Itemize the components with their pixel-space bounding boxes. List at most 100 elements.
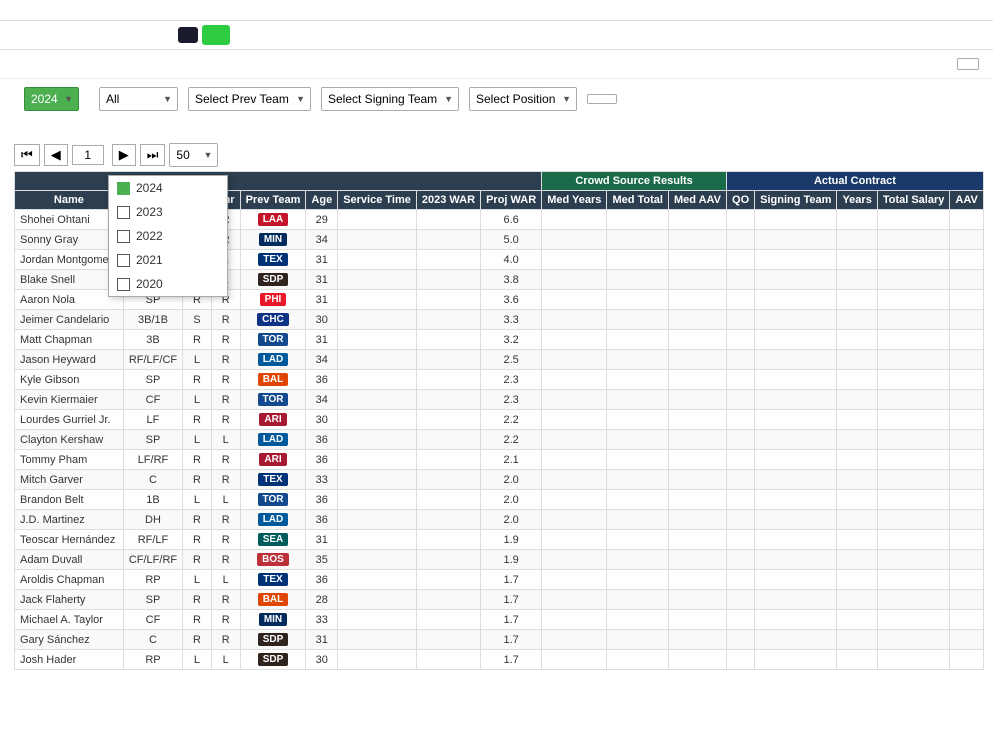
cell-name: Gary Sánchez	[15, 630, 124, 650]
cell-med-total	[607, 250, 669, 270]
cell-bat: L	[183, 390, 212, 410]
col-total-salary: Total Salary	[877, 191, 950, 210]
cell-age: 31	[306, 250, 338, 270]
cell-bat: L	[183, 350, 212, 370]
cell-med-years	[542, 370, 607, 390]
cell-total-salary	[877, 370, 950, 390]
table-row: Matt Chapman 3B R R TOR 31 3.2	[15, 330, 984, 350]
cell-years	[837, 230, 877, 250]
cell-proj-war: 6.6	[481, 210, 542, 230]
nav-payroll[interactable]	[30, 21, 54, 49]
cell-bat: R	[183, 630, 212, 650]
cell-age: 29	[306, 210, 338, 230]
cell-team: LAD	[240, 430, 306, 450]
cell-signing-team	[755, 470, 837, 490]
cell-thr: R	[211, 590, 240, 610]
signing-team-select[interactable]: Select Signing Team	[321, 87, 459, 111]
cell-total-salary	[877, 450, 950, 470]
col-signing-team: Signing Team	[755, 191, 837, 210]
dropdown-checkbox	[117, 206, 130, 219]
cell-bat: L	[183, 570, 212, 590]
cell-bat: R	[183, 510, 212, 530]
cell-name: Shohei Ohtani	[15, 210, 124, 230]
cell-med-years	[542, 350, 607, 370]
table-row: Jason Heyward RF/LF/CF L R LAD 34 2.5	[15, 350, 984, 370]
cell-med-aav	[668, 330, 726, 350]
first-page-button[interactable]: ⏮	[14, 144, 40, 166]
cell-med-total	[607, 430, 669, 450]
nav-milb-power-rankings[interactable]	[178, 27, 198, 43]
signing-status-select[interactable]: All Signed Unsigned	[99, 87, 178, 111]
cell-aav	[950, 650, 983, 670]
cell-pos: RP	[123, 650, 182, 670]
cell-age: 30	[306, 410, 338, 430]
prev-page-button[interactable]: ◀	[44, 144, 68, 166]
cell-signing-team	[755, 410, 837, 430]
download-excel-button[interactable]	[957, 58, 979, 70]
nav-bar	[0, 21, 993, 50]
cell-med-aav	[668, 610, 726, 630]
nav-transaction-tracker[interactable]	[54, 21, 78, 49]
signing-status-wrapper: All Signed Unsigned	[99, 87, 178, 111]
cell-age: 36	[306, 370, 338, 390]
dropdown-option[interactable]: 2020	[109, 272, 227, 296]
cell-med-aav	[668, 410, 726, 430]
cell-med-total	[607, 350, 669, 370]
cell-war2023	[416, 590, 480, 610]
nav-free-agent-tracker[interactable]	[202, 25, 230, 45]
dropdown-option[interactable]: 2023	[109, 200, 227, 224]
cell-war2023	[416, 350, 480, 370]
next-page-button[interactable]: ▶	[112, 144, 136, 166]
cell-war2023	[416, 290, 480, 310]
dropdown-option[interactable]: 2024	[109, 176, 227, 200]
cell-service	[338, 430, 417, 450]
position-select[interactable]: Select Position	[469, 87, 577, 111]
cell-med-aav	[668, 370, 726, 390]
nav-breakdowns[interactable]	[150, 21, 174, 49]
cell-team: ARI	[240, 410, 306, 430]
cell-service	[338, 310, 417, 330]
cell-aav	[950, 510, 983, 530]
year-select[interactable]: 2024 2023 2022 2021 2020	[24, 87, 79, 111]
cell-war2023	[416, 410, 480, 430]
crowd-source-header: Crowd Source Results	[542, 172, 727, 191]
cell-team: PHI	[240, 290, 306, 310]
cell-med-aav	[668, 310, 726, 330]
cell-med-years	[542, 630, 607, 650]
cell-years	[837, 310, 877, 330]
cell-thr: R	[211, 550, 240, 570]
cell-aav	[950, 470, 983, 490]
table-row: Tommy Pham LF/RF R R ARI 36 2.1	[15, 450, 984, 470]
cell-name: Teoscar Hernández	[15, 530, 124, 550]
cell-name: Tommy Pham	[15, 450, 124, 470]
page-number-input[interactable]	[72, 145, 104, 165]
nav-injury-report[interactable]	[78, 21, 102, 49]
table-row: Brandon Belt 1B L L TOR 36 2.0	[15, 490, 984, 510]
cell-total-salary	[877, 230, 950, 250]
table-row: Lourdes Gurriel Jr. LF R R ARI 30 2.2	[15, 410, 984, 430]
cell-total-salary	[877, 330, 950, 350]
reset-button[interactable]	[587, 94, 617, 104]
cell-name: Jordan Montgomery	[15, 250, 124, 270]
col-war-2023: 2023 WAR	[416, 191, 480, 210]
dropdown-option[interactable]: 2022	[109, 224, 227, 248]
cell-age: 36	[306, 430, 338, 450]
cell-bat: S	[183, 310, 212, 330]
nav-in-season-tools[interactable]	[126, 21, 150, 49]
cell-name: Aaron Nola	[15, 290, 124, 310]
cell-med-years	[542, 390, 607, 410]
dropdown-option[interactable]: 2021	[109, 248, 227, 272]
last-page-button[interactable]: ⏭	[140, 144, 166, 166]
cell-years	[837, 430, 877, 450]
cell-pos: LF	[123, 410, 182, 430]
dropdown-checkbox	[117, 278, 130, 291]
cell-med-total	[607, 310, 669, 330]
nav-depth-charts[interactable]	[6, 21, 30, 49]
cell-war2023	[416, 630, 480, 650]
cell-qo	[727, 430, 755, 450]
dropdown-option-label: 2020	[136, 277, 163, 291]
cell-age: 34	[306, 350, 338, 370]
prev-team-select[interactable]: Select Prev Team	[188, 87, 311, 111]
per-page-select[interactable]: 50 100 25	[169, 143, 218, 167]
nav-closer-depth-chart[interactable]	[102, 21, 126, 49]
